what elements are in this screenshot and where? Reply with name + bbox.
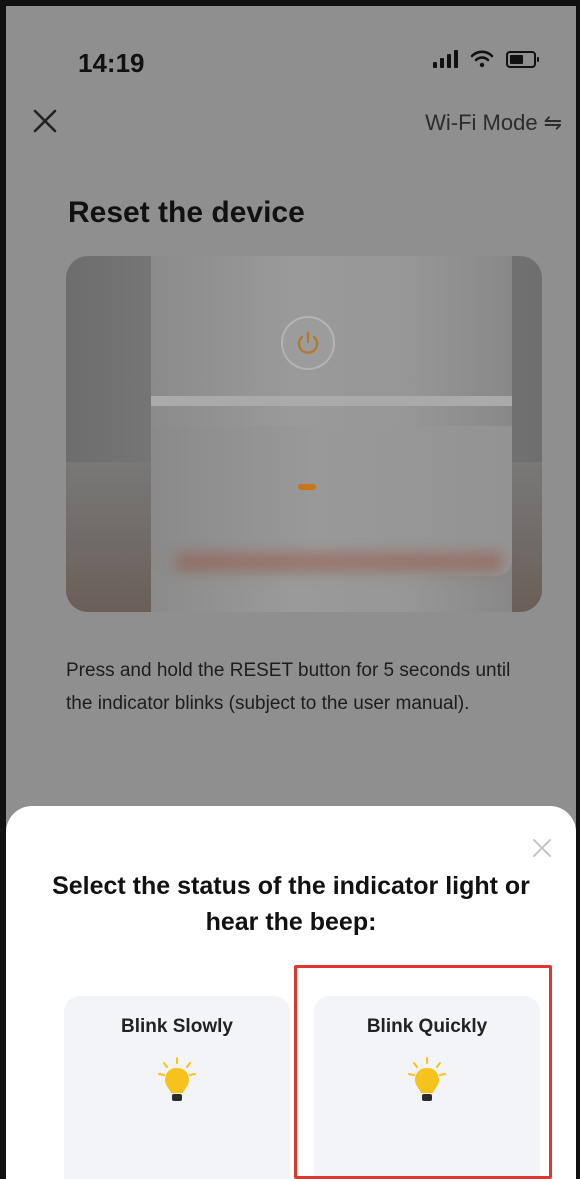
blink-slowly-option[interactable]: Blink Slowly — [64, 996, 290, 1179]
page-title: Reset the device — [68, 196, 305, 229]
wifi-mode-label: Wi-Fi Mode — [425, 110, 538, 135]
sheet-close-icon[interactable] — [530, 836, 554, 860]
wifi-mode-switch[interactable]: Wi-Fi Mode ⇋ — [425, 110, 562, 136]
bottom-sheet: Select the status of the indicator light… — [6, 806, 576, 1179]
reset-instructions: Press and hold the RESET button for 5 se… — [66, 660, 511, 714]
blink-quickly-option[interactable]: Blink Quickly — [314, 996, 540, 1179]
power-button-icon — [281, 316, 335, 370]
sheet-title: Select the status of the indicator light… — [52, 872, 530, 936]
status-time: 14:19 — [78, 48, 145, 78]
device-illustration — [66, 256, 542, 612]
swap-icon: ⇋ — [543, 110, 562, 135]
option-label: Blink Quickly — [366, 1016, 488, 1037]
light-bulb-icon — [408, 1057, 446, 1101]
signal-icon — [433, 50, 458, 68]
close-icon[interactable] — [30, 106, 60, 136]
screen-dimmed-background: 14:19 Wi-Fi Mode ⇋ Reset the device Pres… — [6, 6, 576, 1179]
light-bulb-icon — [158, 1057, 196, 1101]
option-label: Blink Slowly — [121, 1016, 233, 1037]
indicator-led — [298, 484, 316, 490]
status-icons — [433, 50, 539, 68]
battery-icon — [506, 50, 539, 68]
phone-frame: 14:19 Wi-Fi Mode ⇋ Reset the device Pres… — [0, 0, 580, 1179]
wifi-icon — [470, 50, 494, 68]
